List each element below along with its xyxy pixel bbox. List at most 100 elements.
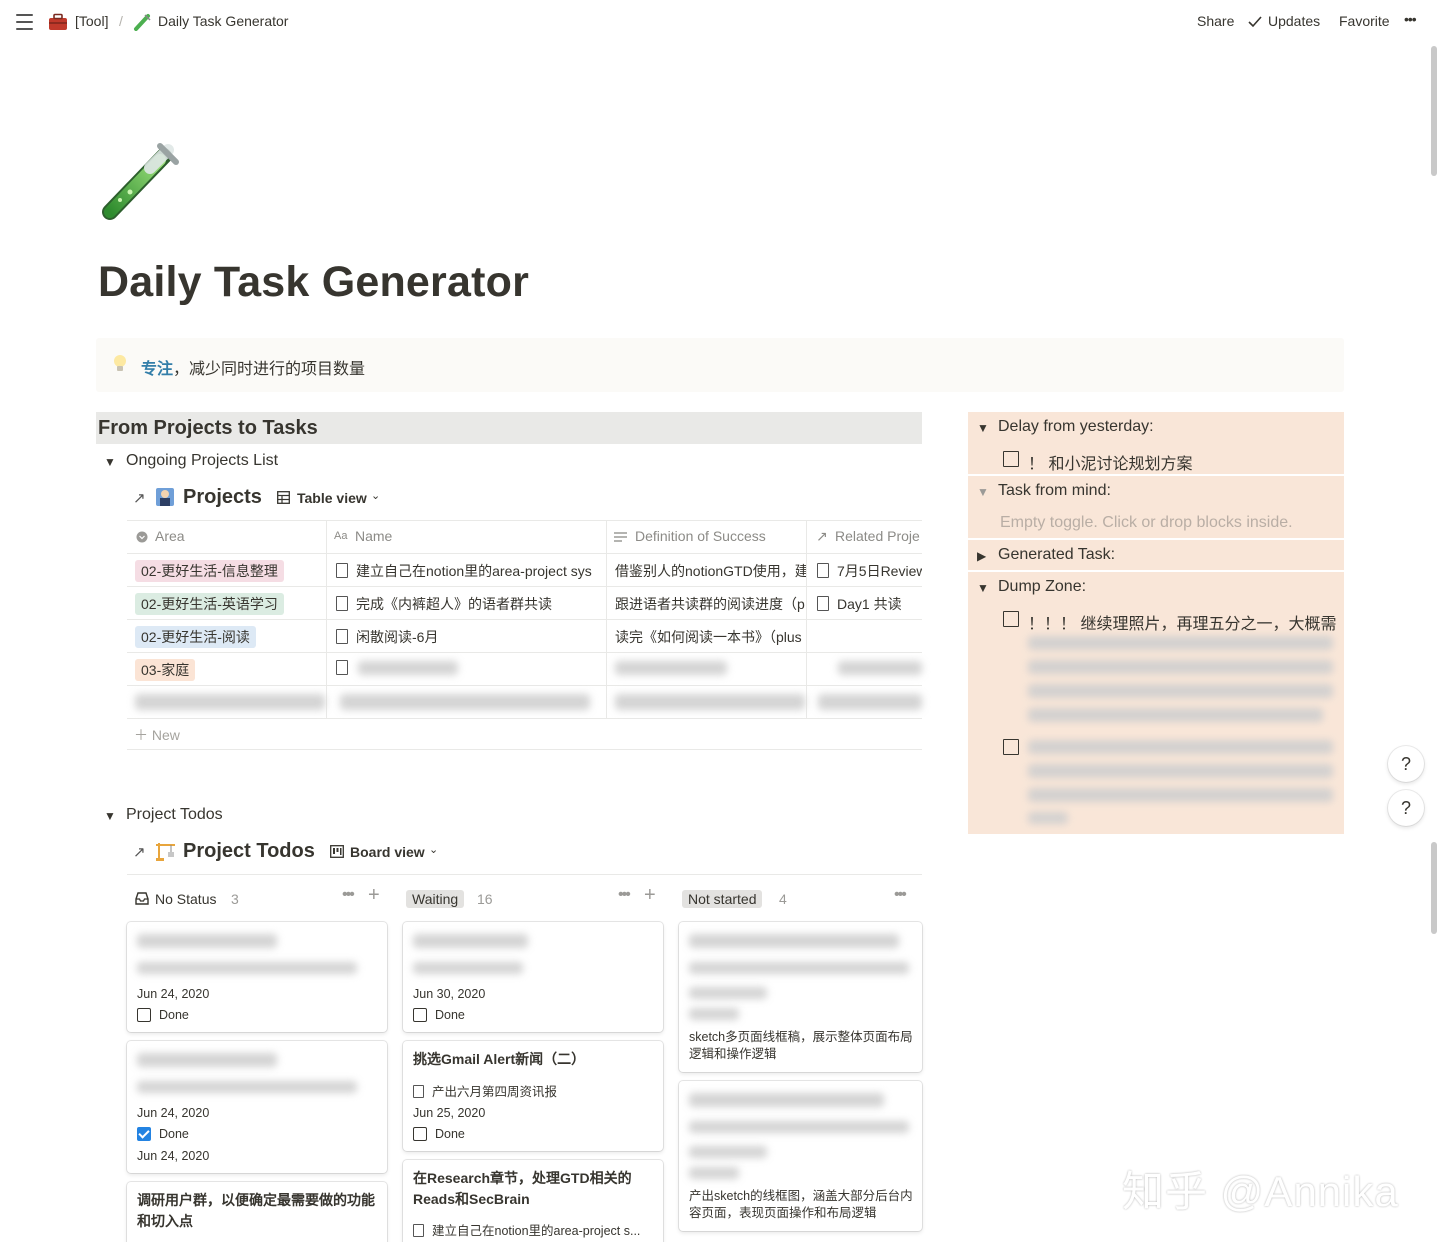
board-view-button[interactable]: Board view [350, 844, 425, 860]
empty-toggle-placeholder[interactable]: Empty toggle. Click or drop blocks insid… [1000, 514, 1293, 532]
table-row-border [127, 586, 922, 587]
group-count: 4 [779, 891, 787, 907]
board-card[interactable]: 挑选Gmail Alert新闻（二） 产出六月第四周资讯报 Jun 25, 20… [403, 1041, 663, 1151]
new-row-button[interactable]: ＋ New [134, 725, 180, 745]
toggle-open-icon[interactable]: ▼ [977, 421, 989, 435]
group-add-icon[interactable]: + [368, 884, 380, 907]
table-cell-name[interactable]: 完成《内裤超人》的语者群共读 [336, 594, 606, 614]
checkbox-icon[interactable] [413, 1008, 427, 1022]
checkbox-icon[interactable] [137, 1008, 151, 1022]
updates-button[interactable]: Updates [1268, 13, 1320, 29]
table-cell-success[interactable]: 跟进语者共读群的阅读进度（p [615, 594, 806, 614]
group-more-icon[interactable]: ••• [618, 886, 631, 904]
delay-from-yesterday-toggle[interactable]: Delay from yesterday: [998, 418, 1154, 436]
todo-checkbox[interactable] [1003, 739, 1019, 755]
page-title[interactable]: Daily Task Generator [98, 258, 529, 307]
done-checkbox[interactable]: Done [137, 1127, 189, 1141]
checkbox-checked-icon[interactable] [137, 1127, 151, 1141]
card-date: Jun 24, 2020 [137, 1106, 210, 1120]
generated-task-toggle[interactable]: Generated Task: [998, 546, 1115, 564]
board-card[interactable]: 调研用户群，以便确定最需要做的功能和切入点 [127, 1182, 387, 1242]
scrollbar-thumb-inner[interactable] [1431, 842, 1437, 934]
table-cell-success[interactable]: 读完《如何阅读一本书》（plus [615, 627, 806, 647]
page-icon [336, 660, 348, 675]
group-not-started[interactable]: Not started [682, 890, 763, 908]
checkbox-icon[interactable] [413, 1127, 427, 1141]
breadcrumb-current[interactable]: Daily Task Generator [158, 13, 288, 29]
blurred-checkbox [689, 1167, 739, 1179]
area-tag[interactable]: 02-更好生活-英语学习 [135, 593, 284, 615]
blurred-content [1028, 740, 1333, 754]
board-card[interactable]: sketch多页面线框稿，展示整体页面布局逻辑和操作逻辑 [679, 922, 922, 1072]
help-button[interactable]: ? [1388, 790, 1424, 826]
card-date: Jun 25, 2020 [413, 1106, 486, 1120]
more-options-button[interactable]: ••• [1404, 11, 1417, 27]
column-header-definition-of-success[interactable]: Definition of Success [635, 528, 766, 544]
blurred-relation [413, 962, 523, 974]
column-header-related-projects[interactable]: Related Proje [835, 528, 922, 544]
group-no-status[interactable]: No Status [149, 890, 222, 908]
todo-item-text[interactable]: ！！！ 继续理照片，再理五分之一，大概需 [1028, 610, 1338, 634]
toggle-closed-icon[interactable]: ▶ [977, 549, 986, 563]
project-todos-db-title[interactable]: Project Todos [183, 840, 315, 863]
open-database-arrow-icon[interactable]: ↗ [133, 489, 146, 507]
column-header-area[interactable]: Area [155, 528, 185, 544]
done-checkbox[interactable]: Done [413, 1008, 465, 1022]
page-icon-test-tube[interactable] [98, 140, 182, 224]
card-relation[interactable]: 建立自己在notion里的area-project s... [413, 1220, 653, 1239]
group-more-icon[interactable]: ••• [894, 886, 907, 904]
board-card[interactable]: Jun 24, 2020 Done Jun 24, 2020 [127, 1041, 387, 1173]
table-cell-success[interactable]: 借鉴别人的notionGTD使用，建 [615, 561, 806, 581]
area-tag[interactable]: 02-更好生活-信息整理 [135, 560, 284, 582]
toggle-open-icon[interactable]: ▼ [977, 581, 989, 595]
table-cell-name[interactable]: 闲散阅读-6月 [336, 627, 606, 647]
watermark-text: 知乎 @Annika [1122, 1168, 1399, 1215]
group-more-icon[interactable]: ••• [342, 886, 355, 904]
todo-item-text[interactable]: ！ 和小泥讨论规划方案 [1028, 450, 1192, 474]
done-checkbox[interactable]: Done [137, 1008, 189, 1022]
column-header-name[interactable]: Name [355, 528, 392, 544]
board-card[interactable]: 产出sketch的线框图，涵盖大部分后台内容页面，表现页面操作和布局逻辑 [679, 1081, 922, 1231]
open-database-arrow-icon[interactable]: ↗ [133, 843, 146, 861]
dump-zone-toggle[interactable]: Dump Zone: [998, 578, 1086, 596]
callout[interactable]: 专注，减少同时进行的项目数量 [96, 338, 1344, 392]
board-card[interactable]: Jun 30, 2020 Done [403, 922, 663, 1032]
card-relation[interactable]: 产出六月第四周资讯报 [413, 1081, 557, 1100]
blurred-content [838, 661, 922, 675]
table-cell-related[interactable]: Day1 共读 [817, 594, 922, 614]
area-tag[interactable]: 02-更好生活-阅读 [135, 626, 256, 648]
section-heading-text[interactable]: From Projects to Tasks [98, 417, 318, 440]
breadcrumb-parent[interactable]: [Tool] [75, 13, 108, 29]
toggle-open-icon[interactable]: ▼ [977, 485, 989, 499]
group-waiting[interactable]: Waiting [406, 890, 465, 908]
menu-icon[interactable] [16, 14, 33, 30]
table-cell-name[interactable] [336, 660, 356, 676]
toggle-open-icon[interactable]: ▼ [104, 455, 116, 469]
related-text: Day1 共读 [837, 596, 902, 612]
projects-db-title[interactable]: Projects [183, 486, 262, 509]
table-view-button[interactable]: Table view [297, 490, 367, 506]
chevron-down-icon[interactable]: ⌄ [429, 843, 438, 856]
project-todos-toggle[interactable]: Project Todos [126, 806, 223, 824]
table-cell-name[interactable]: 建立自己在notion里的area-project sys [336, 561, 606, 581]
table-cell-related[interactable]: 7月5日Review [817, 561, 922, 581]
board-card[interactable]: 在Research章节，处理GTD相关的Reads和SecBrain 建立自己在… [403, 1160, 663, 1242]
toggle-open-icon[interactable]: ▼ [104, 809, 116, 823]
chevron-down-icon[interactable]: ⌄ [371, 489, 380, 502]
help-button[interactable]: ? [1388, 746, 1424, 782]
ongoing-projects-toggle[interactable]: Ongoing Projects List [126, 452, 278, 470]
favorite-button[interactable]: Favorite [1339, 13, 1390, 29]
board-view-icon [330, 845, 344, 858]
todo-checkbox[interactable] [1003, 611, 1019, 627]
todo-checkbox[interactable] [1003, 451, 1019, 467]
card-title: 挑选Gmail Alert新闻（二） [413, 1051, 586, 1067]
blurred-checkbox [689, 1008, 739, 1020]
share-button[interactable]: Share [1197, 13, 1234, 29]
done-checkbox[interactable]: Done [413, 1127, 465, 1141]
area-tag[interactable]: 03-家庭 [135, 659, 196, 681]
task-from-mind-toggle[interactable]: Task from mind: [998, 482, 1111, 500]
board-card[interactable]: Jun 24, 2020 Done [127, 922, 387, 1032]
group-add-icon[interactable]: + [644, 884, 656, 907]
card-description: sketch多页面线框稿，展示整体页面布局逻辑和操作逻辑 [689, 1030, 913, 1061]
scrollbar-thumb[interactable] [1431, 46, 1437, 176]
